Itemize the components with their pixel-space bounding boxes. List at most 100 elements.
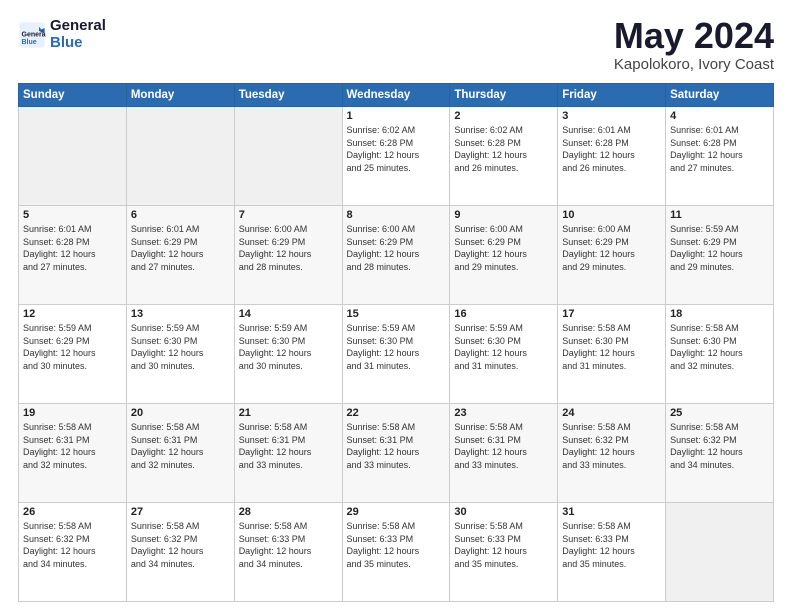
calendar-cell: 10 Sunrise: 6:00 AM Sunset: 6:29 PM Dayli… bbox=[558, 206, 666, 305]
day-info: Sunrise: 5:58 AM Sunset: 6:33 PM Dayligh… bbox=[454, 520, 553, 570]
day-number: 15 bbox=[347, 308, 446, 320]
day-info: Sunrise: 5:58 AM Sunset: 6:32 PM Dayligh… bbox=[23, 520, 122, 570]
day-number: 4 bbox=[670, 110, 769, 122]
header: General Blue General Blue May 2024 Kapol… bbox=[18, 18, 774, 73]
day-number: 22 bbox=[347, 407, 446, 419]
day-info: Sunrise: 5:58 AM Sunset: 6:33 PM Dayligh… bbox=[562, 520, 661, 570]
logo-text: General Blue bbox=[50, 18, 106, 51]
day-info: Sunrise: 5:59 AM Sunset: 6:30 PM Dayligh… bbox=[131, 322, 230, 372]
day-info: Sunrise: 5:59 AM Sunset: 6:29 PM Dayligh… bbox=[670, 223, 769, 273]
col-wednesday: Wednesday bbox=[342, 84, 450, 107]
day-number: 20 bbox=[131, 407, 230, 419]
day-number: 23 bbox=[454, 407, 553, 419]
location-title: Kapolokoro, Ivory Coast bbox=[614, 56, 774, 73]
calendar-cell: 30 Sunrise: 5:58 AM Sunset: 6:33 PM Dayli… bbox=[450, 503, 558, 602]
day-number: 30 bbox=[454, 506, 553, 518]
logo: General Blue General Blue bbox=[18, 18, 106, 51]
day-number: 19 bbox=[23, 407, 122, 419]
calendar-cell: 9Sunrise: 6:00 AM Sunset: 6:29 PM Daylig… bbox=[450, 206, 558, 305]
calendar-cell: 21 Sunrise: 5:58 AM Sunset: 6:31 PM Dayli… bbox=[234, 404, 342, 503]
day-info: Sunrise: 5:58 AM Sunset: 6:31 PM Dayligh… bbox=[23, 421, 122, 471]
col-thursday: Thursday bbox=[450, 84, 558, 107]
calendar-week-1: 1Sunrise: 6:02 AM Sunset: 6:28 PM Daylig… bbox=[19, 107, 774, 206]
day-number: 12 bbox=[23, 308, 122, 320]
day-number: 16 bbox=[454, 308, 553, 320]
calendar-week-3: 12 Sunrise: 5:59 AM Sunset: 6:29 PM Dayli… bbox=[19, 305, 774, 404]
calendar-cell: 2 Sunrise: 6:02 AM Sunset: 6:28 PM Daylig… bbox=[450, 107, 558, 206]
calendar-cell bbox=[19, 107, 127, 206]
calendar-cell: 12 Sunrise: 5:59 AM Sunset: 6:29 PM Dayli… bbox=[19, 305, 127, 404]
day-number: 13 bbox=[131, 308, 230, 320]
day-number: 14 bbox=[239, 308, 338, 320]
calendar-cell: 14 Sunrise: 5:59 AM Sunset: 6:30 PM Dayli… bbox=[234, 305, 342, 404]
calendar-cell: 6 Sunrise: 6:01 AM Sunset: 6:29 PM Daylig… bbox=[126, 206, 234, 305]
day-number: 3 bbox=[562, 110, 661, 122]
logo-line2: Blue bbox=[50, 35, 106, 52]
day-number: 17 bbox=[562, 308, 661, 320]
day-number: 10 bbox=[562, 209, 661, 221]
day-number: 11 bbox=[670, 209, 769, 221]
day-number: 5 bbox=[23, 209, 122, 221]
calendar-cell: 27Sunrise: 5:58 AM Sunset: 6:32 PM Dayli… bbox=[126, 503, 234, 602]
calendar-cell: 19 Sunrise: 5:58 AM Sunset: 6:31 PM Dayli… bbox=[19, 404, 127, 503]
calendar-cell bbox=[126, 107, 234, 206]
calendar-cell: 26 Sunrise: 5:58 AM Sunset: 6:32 PM Dayli… bbox=[19, 503, 127, 602]
day-number: 18 bbox=[670, 308, 769, 320]
calendar-cell: 28Sunrise: 5:58 AM Sunset: 6:33 PM Dayli… bbox=[234, 503, 342, 602]
logo-icon: General Blue bbox=[18, 21, 46, 49]
calendar-week-2: 5Sunrise: 6:01 AM Sunset: 6:28 PM Daylig… bbox=[19, 206, 774, 305]
calendar-header-row: Sunday Monday Tuesday Wednesday Thursday… bbox=[19, 84, 774, 107]
calendar-cell: 18 Sunrise: 5:58 AM Sunset: 6:30 PM Dayli… bbox=[666, 305, 774, 404]
calendar-cell: 7 Sunrise: 6:00 AM Sunset: 6:29 PM Daylig… bbox=[234, 206, 342, 305]
calendar-week-4: 19 Sunrise: 5:58 AM Sunset: 6:31 PM Dayli… bbox=[19, 404, 774, 503]
day-info: Sunrise: 5:59 AM Sunset: 6:29 PM Dayligh… bbox=[23, 322, 122, 372]
col-tuesday: Tuesday bbox=[234, 84, 342, 107]
day-number: 29 bbox=[347, 506, 446, 518]
col-monday: Monday bbox=[126, 84, 234, 107]
col-friday: Friday bbox=[558, 84, 666, 107]
calendar-cell bbox=[666, 503, 774, 602]
day-number: 28 bbox=[239, 506, 338, 518]
calendar-cell: 4 Sunrise: 6:01 AM Sunset: 6:28 PM Daylig… bbox=[666, 107, 774, 206]
day-info: Sunrise: 5:58 AM Sunset: 6:31 PM Dayligh… bbox=[454, 421, 553, 471]
day-info: Sunrise: 6:02 AM Sunset: 6:28 PM Dayligh… bbox=[347, 124, 446, 174]
calendar-cell: 22 Sunrise: 5:58 AM Sunset: 6:31 PM Dayli… bbox=[342, 404, 450, 503]
day-info: Sunrise: 6:00 AM Sunset: 6:29 PM Dayligh… bbox=[347, 223, 446, 273]
day-number: 6 bbox=[131, 209, 230, 221]
day-info: Sunrise: 5:58 AM Sunset: 6:32 PM Dayligh… bbox=[562, 421, 661, 471]
day-info: Sunrise: 5:58 AM Sunset: 6:31 PM Dayligh… bbox=[239, 421, 338, 471]
calendar-cell: 5Sunrise: 6:01 AM Sunset: 6:28 PM Daylig… bbox=[19, 206, 127, 305]
day-info: Sunrise: 6:01 AM Sunset: 6:29 PM Dayligh… bbox=[131, 223, 230, 273]
day-number: 8 bbox=[347, 209, 446, 221]
calendar-cell: 1Sunrise: 6:02 AM Sunset: 6:28 PM Daylig… bbox=[342, 107, 450, 206]
day-info: Sunrise: 5:59 AM Sunset: 6:30 PM Dayligh… bbox=[347, 322, 446, 372]
day-number: 2 bbox=[454, 110, 553, 122]
day-info: Sunrise: 6:02 AM Sunset: 6:28 PM Dayligh… bbox=[454, 124, 553, 174]
day-info: Sunrise: 5:59 AM Sunset: 6:30 PM Dayligh… bbox=[239, 322, 338, 372]
day-info: Sunrise: 5:58 AM Sunset: 6:32 PM Dayligh… bbox=[131, 520, 230, 570]
page: General Blue General Blue May 2024 Kapol… bbox=[0, 0, 792, 612]
logo-line1: General bbox=[50, 18, 106, 35]
day-info: Sunrise: 6:00 AM Sunset: 6:29 PM Dayligh… bbox=[239, 223, 338, 273]
calendar-cell: 16Sunrise: 5:59 AM Sunset: 6:30 PM Dayli… bbox=[450, 305, 558, 404]
calendar-cell: 17 Sunrise: 5:58 AM Sunset: 6:30 PM Dayli… bbox=[558, 305, 666, 404]
day-info: Sunrise: 5:58 AM Sunset: 6:30 PM Dayligh… bbox=[670, 322, 769, 372]
day-info: Sunrise: 6:00 AM Sunset: 6:29 PM Dayligh… bbox=[562, 223, 661, 273]
day-info: Sunrise: 5:58 AM Sunset: 6:32 PM Dayligh… bbox=[670, 421, 769, 471]
calendar-cell: 20Sunrise: 5:58 AM Sunset: 6:31 PM Dayli… bbox=[126, 404, 234, 503]
svg-text:Blue: Blue bbox=[22, 39, 37, 46]
day-info: Sunrise: 5:58 AM Sunset: 6:30 PM Dayligh… bbox=[562, 322, 661, 372]
day-number: 25 bbox=[670, 407, 769, 419]
calendar-cell bbox=[234, 107, 342, 206]
day-number: 26 bbox=[23, 506, 122, 518]
day-number: 21 bbox=[239, 407, 338, 419]
calendar-cell: 24Sunrise: 5:58 AM Sunset: 6:32 PM Dayli… bbox=[558, 404, 666, 503]
day-info: Sunrise: 6:01 AM Sunset: 6:28 PM Dayligh… bbox=[670, 124, 769, 174]
calendar-cell: 8 Sunrise: 6:00 AM Sunset: 6:29 PM Daylig… bbox=[342, 206, 450, 305]
calendar-cell: 3Sunrise: 6:01 AM Sunset: 6:28 PM Daylig… bbox=[558, 107, 666, 206]
calendar-cell: 15 Sunrise: 5:59 AM Sunset: 6:30 PM Dayli… bbox=[342, 305, 450, 404]
day-info: Sunrise: 5:58 AM Sunset: 6:31 PM Dayligh… bbox=[347, 421, 446, 471]
day-number: 7 bbox=[239, 209, 338, 221]
col-saturday: Saturday bbox=[666, 84, 774, 107]
calendar-cell: 31Sunrise: 5:58 AM Sunset: 6:33 PM Dayli… bbox=[558, 503, 666, 602]
